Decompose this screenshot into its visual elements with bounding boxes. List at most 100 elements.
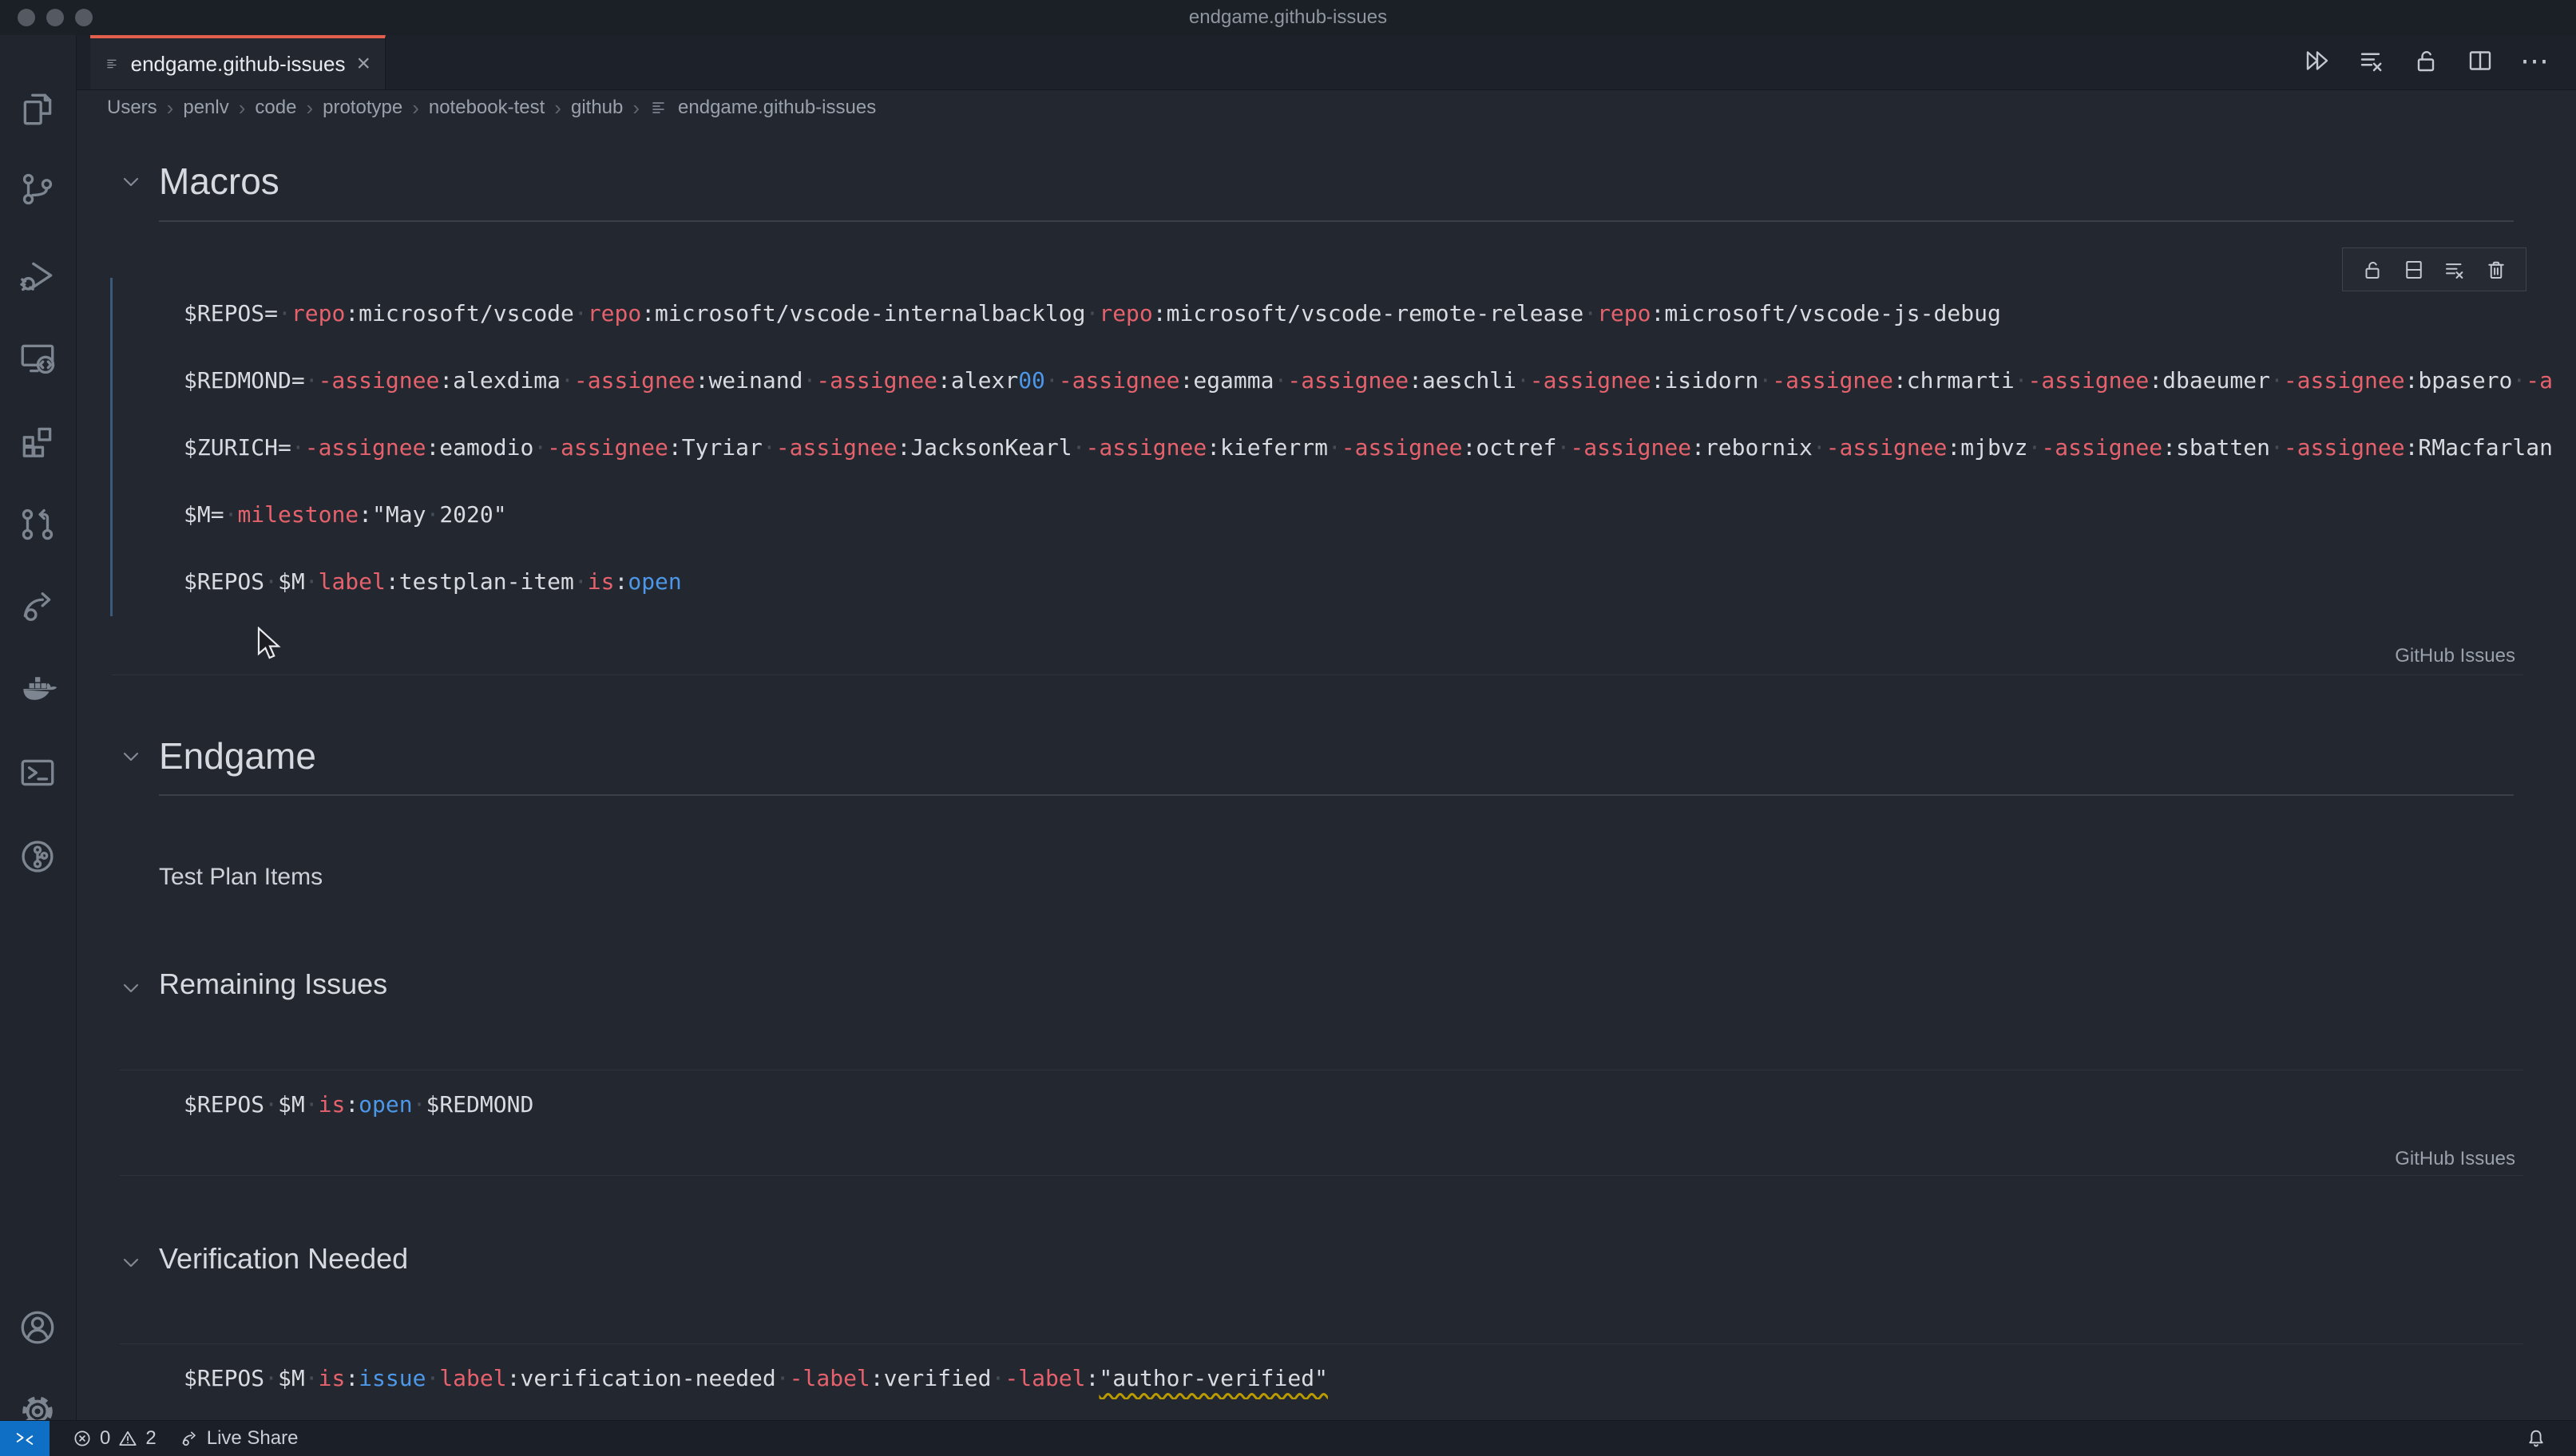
breadcrumb-item[interactable]: Users — [107, 97, 157, 119]
activity-item-remote-explorer[interactable] — [0, 330, 75, 386]
code-token: :eamodio — [426, 434, 533, 461]
code-token: :isidorn — [1651, 367, 1759, 394]
code-token: 2020" — [439, 501, 506, 528]
activity-item-powershell[interactable] — [0, 745, 75, 801]
activity-item-github-pull-requests[interactable] — [0, 497, 75, 552]
chevron-down-icon[interactable] — [118, 975, 144, 1001]
activity-item-extensions[interactable] — [0, 413, 75, 469]
activity-item-run-and-debug[interactable] — [0, 248, 75, 304]
code-line[interactable]: $REPOS·$M·is:open·$REDMOND — [184, 1084, 2576, 1126]
warning-icon — [117, 1428, 138, 1449]
whitespace-dot: · — [776, 1365, 790, 1391]
cell-language-label[interactable]: GitHub Issues — [2395, 645, 2515, 667]
chevron-down-icon[interactable] — [118, 1250, 144, 1276]
code-token: :chrmarti — [1893, 367, 2015, 394]
whitespace-dot: · — [2015, 367, 2028, 394]
activity-item-docker[interactable] — [0, 661, 75, 717]
code-token: :verified — [870, 1365, 992, 1391]
tab-endgame-github-issues[interactable]: endgame.github-issues × — [90, 35, 386, 89]
code-token: -label — [790, 1365, 870, 1391]
code-token: repo — [291, 300, 345, 326]
chevron-down-icon[interactable] — [118, 744, 144, 770]
code-line[interactable]: $ZURICH=·-assignee:eamodio·-assignee:Tyr… — [184, 414, 2576, 481]
code-token: -assignee — [2284, 367, 2405, 394]
code-token: :rebornix — [1691, 434, 1813, 461]
cell-language-label[interactable]: GitHub Issues — [2395, 1148, 2515, 1170]
code-token: : — [345, 1365, 359, 1391]
breadcrumb-item[interactable]: github — [571, 97, 623, 119]
trash-icon[interactable] — [2484, 258, 2508, 282]
code-token: $REPOS= — [184, 300, 278, 326]
warning-count: 2 — [145, 1427, 156, 1450]
code-token: :RMacfarlan — [2405, 434, 2553, 461]
breadcrumb-separator: › — [554, 96, 561, 121]
whitespace-dot: · — [2270, 367, 2284, 394]
whitespace-dot: · — [305, 1365, 319, 1391]
code-token: issue — [359, 1365, 426, 1391]
breadcrumb-item[interactable]: notebook-test — [429, 97, 545, 119]
breadcrumb-item-current[interactable]: endgame.github-issues — [678, 97, 876, 119]
code-token: $REPOS — [184, 568, 264, 595]
remote-icon — [14, 1427, 36, 1450]
problems-status[interactable]: 0 2 — [72, 1427, 157, 1450]
code-line[interactable]: $REPOS·$M·label:testplan-item·is:open — [184, 548, 2576, 615]
whitespace-dot: · — [2028, 434, 2042, 461]
clear-outputs-icon[interactable] — [2357, 46, 2386, 75]
split-editor-icon[interactable] — [2466, 46, 2495, 75]
code-line[interactable]: $REPOS=·repo:microsoft/vscode·repo:micro… — [184, 280, 2576, 347]
code-token: : — [614, 568, 628, 595]
code-line[interactable]: $REDMOND=·-assignee:alexdima·-assignee:w… — [184, 347, 2576, 414]
breadcrumb-item[interactable]: penlv — [183, 97, 228, 119]
code-token: $M — [278, 1365, 305, 1391]
code-line[interactable]: $REPOS·$M·is:issue·label:verification-ne… — [184, 1358, 2576, 1399]
remote-explorer-icon — [18, 338, 57, 378]
activity-item-source-control[interactable] — [0, 161, 75, 217]
section-heading-verification-needed: Verification Needed — [159, 1242, 408, 1276]
unlock-icon[interactable] — [2412, 46, 2440, 75]
breadcrumb-separator: › — [632, 96, 640, 121]
code-token: -assignee — [1342, 434, 1463, 461]
activity-item-accounts[interactable] — [0, 1300, 75, 1355]
code-token: -assignee — [1826, 434, 1948, 461]
code-token: milestone — [237, 501, 359, 528]
window-title: endgame.github-issues — [0, 0, 2576, 35]
live-share-status[interactable]: Live Share — [179, 1427, 299, 1450]
clear-output-icon[interactable] — [2443, 258, 2467, 282]
code-token: is — [319, 1365, 346, 1391]
cell-divider — [120, 1175, 2523, 1176]
tab-close-icon[interactable]: × — [356, 52, 371, 76]
error-count: 0 — [100, 1427, 110, 1450]
activity-item-live-share[interactable] — [0, 579, 75, 635]
code-token: -assignee — [1772, 367, 1893, 394]
breadcrumb-item[interactable]: prototype — [323, 97, 402, 119]
code-token: 00 — [1018, 367, 1045, 394]
notebook-file-icon — [649, 98, 668, 117]
breadcrumb-item[interactable]: code — [255, 97, 296, 119]
docker-icon — [18, 669, 57, 709]
macros-code-cell: $REPOS=·repo:microsoft/vscode·repo:micro… — [184, 280, 2576, 615]
bell-icon[interactable] — [2525, 1427, 2547, 1450]
code-token: :microsoft/vscode-js-debug — [1651, 300, 2001, 326]
remote-indicator[interactable] — [0, 1421, 50, 1456]
run-all-icon[interactable] — [2303, 46, 2332, 75]
code-token: is — [319, 1091, 346, 1118]
error-icon — [72, 1428, 93, 1449]
chevron-down-icon[interactable] — [118, 169, 144, 195]
code-token: :microsoft/vscode-internalbacklog — [641, 300, 1085, 326]
debug-icon — [18, 256, 57, 296]
code-token: -assignee — [816, 367, 937, 394]
code-token: $M= — [184, 501, 224, 528]
split-cell-icon[interactable] — [2402, 258, 2426, 282]
cell-divider — [120, 1343, 2523, 1344]
code-token: -assignee — [1287, 367, 1409, 394]
unlock-icon[interactable] — [2360, 258, 2384, 282]
activity-item-explorer[interactable] — [0, 81, 75, 137]
whitespace-dot: · — [1583, 300, 1597, 326]
whitespace-dot: · — [574, 300, 588, 326]
more-actions-icon[interactable]: ⋯ — [2520, 46, 2549, 75]
whitespace-dot: · — [305, 568, 319, 595]
code-token: $REDMOND= — [184, 367, 305, 394]
code-token: open — [359, 1091, 412, 1118]
code-line[interactable]: $M=·milestone:"May·2020" — [184, 481, 2576, 548]
activity-item-gitlens[interactable] — [0, 829, 75, 884]
